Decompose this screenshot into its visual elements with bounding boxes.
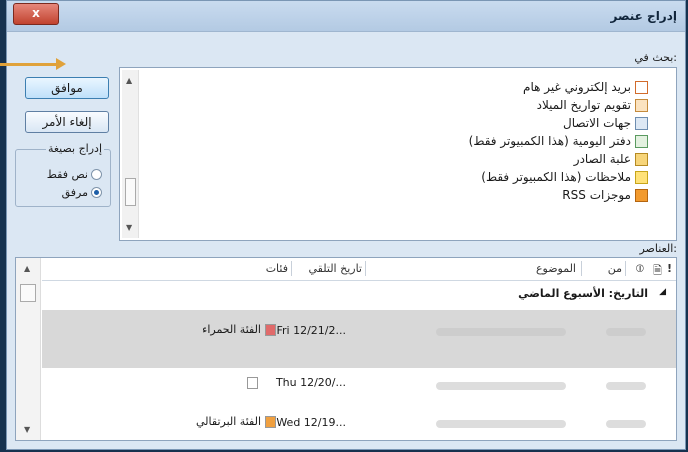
folder-label: تقويم تواريخ الميلاد	[536, 98, 631, 112]
folder-label: بريد إلكتروني غير هام	[523, 80, 631, 94]
folder-label: جهات الاتصال	[562, 116, 631, 130]
scroll-thumb[interactable]	[20, 284, 36, 302]
row-date: Fri 12/21/2...	[276, 324, 347, 337]
journal-icon	[635, 134, 648, 148]
blurred-sender	[606, 382, 646, 390]
group-header-text: التاريخ: الأسبوع الماضي	[518, 287, 648, 300]
row-category: الفئة البرتقالي	[196, 415, 276, 428]
insert-as-title: إدراج بصيغة	[45, 142, 104, 155]
radio-text-only[interactable]: نص فقط	[47, 168, 102, 181]
group-header[interactable]: ◢ التاريخ: الأسبوع الماضي	[42, 284, 676, 306]
calendar-icon	[635, 98, 648, 112]
scroll-up-icon[interactable]: ▲	[126, 76, 132, 85]
insert-as-group: إدراج بصيغة نص فقط مرفق	[15, 142, 111, 207]
scroll-down-icon[interactable]: ▼	[126, 223, 132, 232]
notes-icon	[635, 170, 648, 184]
category-swatch	[265, 324, 276, 336]
blurred-sender	[606, 328, 646, 336]
category-label: الفئة البرتقالي	[196, 415, 261, 428]
junk-mail-icon	[635, 80, 648, 94]
folder-item-birthdays[interactable]: تقويم تواريخ الميلاد	[537, 96, 648, 114]
dialog-title: إدراج عنصر	[610, 9, 677, 23]
divider	[625, 261, 626, 276]
close-button[interactable]: x	[13, 3, 59, 25]
scroll-down-icon[interactable]: ▼	[24, 425, 30, 434]
table-row[interactable]: Thu 12/20/...	[42, 368, 676, 408]
col-subject[interactable]: الموضوع	[536, 262, 576, 275]
look-in-label: بحث في:	[634, 51, 677, 64]
folder-tree[interactable]: ▲ ▼ بريد إلكتروني غير هام تقويم تواريخ ا…	[119, 67, 677, 241]
row-category: الفئة الحمراء	[202, 323, 276, 336]
category-label: الفئة الحمراء	[202, 323, 261, 336]
radio-icon[interactable]	[91, 169, 102, 180]
items-list[interactable]: ▲ ▼ ! 🗎 ⦶ من الموضوع تاريخ التلقي فئات ◢…	[15, 257, 677, 441]
table-row[interactable]: Wed 12/19... الفئة البرتقالي	[42, 408, 676, 440]
items-label: العناصر:	[639, 242, 677, 255]
radio-icon[interactable]	[91, 187, 102, 198]
col-importance[interactable]: !	[667, 262, 672, 275]
radio-attachment[interactable]: مرفق	[62, 186, 102, 199]
scroll-up-icon[interactable]: ▲	[24, 264, 30, 273]
category-swatch	[247, 377, 258, 389]
blurred-subject	[436, 328, 566, 336]
insert-item-dialog: x إدراج عنصر بحث في: ▲ ▼ بريد إلكتروني غ…	[6, 0, 686, 450]
folder-item-outbox[interactable]: علبة الصادر	[574, 150, 648, 168]
folder-scrollbar[interactable]: ▲ ▼	[122, 70, 139, 238]
col-from[interactable]: من	[608, 262, 622, 275]
folder-label: ملاحظات (هذا الكمبيوتر فقط)	[481, 170, 631, 184]
row-category	[243, 376, 258, 389]
divider	[581, 261, 582, 276]
row-date: Thu 12/20/...	[275, 376, 346, 389]
col-received[interactable]: تاريخ التلقي	[309, 262, 363, 275]
folder-item-rss[interactable]: موجزات RSS	[562, 186, 648, 204]
title-bar: x إدراج عنصر	[7, 1, 685, 32]
folder-item-contacts[interactable]: جهات الاتصال	[563, 114, 648, 132]
contacts-icon	[635, 116, 648, 130]
table-row[interactable]: Fri 12/21/2... الفئة الحمراء	[42, 310, 676, 368]
rss-icon	[635, 188, 648, 202]
col-categories[interactable]: فئات	[266, 262, 288, 275]
blurred-sender	[606, 420, 646, 428]
divider	[291, 261, 292, 276]
annotation-arrow	[0, 63, 60, 66]
radio-label: نص فقط	[46, 168, 88, 181]
items-scrollbar[interactable]: ▲ ▼	[16, 258, 41, 440]
outbox-icon	[635, 152, 648, 166]
category-swatch	[265, 416, 276, 428]
items-header: ! 🗎 ⦶ من الموضوع تاريخ التلقي فئات	[42, 258, 676, 281]
attachment-icon[interactable]: 🗎	[653, 262, 662, 281]
ok-button[interactable]: موافق	[25, 77, 109, 99]
cancel-button[interactable]: إلغاء الأمر	[25, 111, 109, 133]
annotation-arrow-head	[56, 58, 66, 70]
collapse-icon[interactable]: ◢	[659, 287, 666, 297]
scroll-thumb[interactable]	[125, 178, 136, 206]
folder-label: دفتر اليومية (هذا الكمبيوتر فقط)	[468, 134, 631, 148]
folder-label: موجزات RSS	[562, 188, 631, 202]
folder-item-journal[interactable]: دفتر اليومية (هذا الكمبيوتر فقط)	[469, 132, 648, 150]
radio-label: مرفق	[61, 186, 88, 199]
paperclip-icon[interactable]: ⦶	[636, 262, 644, 276]
blurred-subject	[436, 420, 566, 428]
folder-item-junk[interactable]: بريد إلكتروني غير هام	[523, 78, 648, 96]
blurred-subject	[436, 382, 566, 390]
divider	[365, 261, 366, 276]
row-date: Wed 12/19...	[276, 416, 346, 429]
folder-item-notes[interactable]: ملاحظات (هذا الكمبيوتر فقط)	[481, 168, 648, 186]
folder-label: علبة الصادر	[573, 152, 631, 166]
